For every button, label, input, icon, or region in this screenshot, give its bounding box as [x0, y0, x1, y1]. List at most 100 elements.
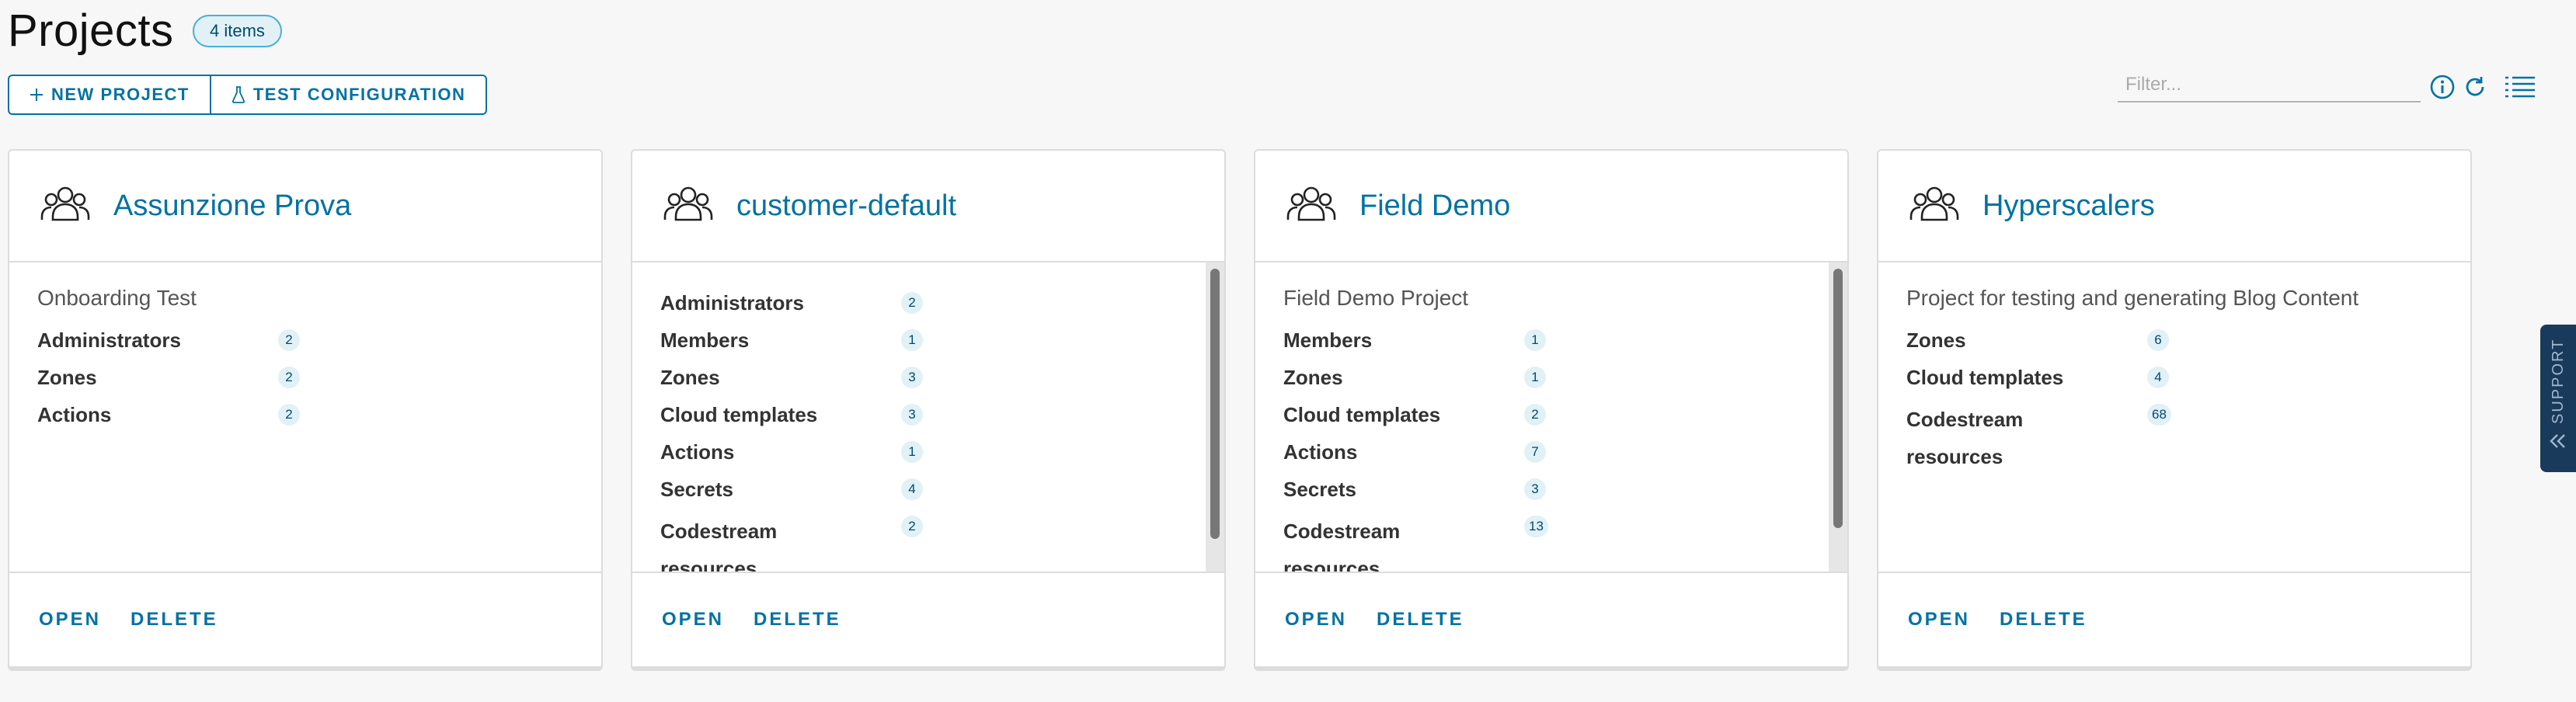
- stat-count-badge: 2: [901, 292, 923, 314]
- card-title[interactable]: Hyperscalers: [1982, 189, 2155, 223]
- stat-count-badge: 7: [1524, 441, 1546, 463]
- items-count-badge: 4 items: [193, 15, 282, 47]
- list-view-icon[interactable]: [2501, 71, 2539, 103]
- open-button[interactable]: OPEN: [39, 609, 101, 631]
- stat-count-badge: 2: [1524, 404, 1546, 426]
- stat-label: Codestream resources: [1283, 520, 1401, 572]
- card-title[interactable]: customer-default: [736, 189, 956, 223]
- card-description: Onboarding Test: [37, 286, 197, 310]
- stat-count-badge: 3: [901, 367, 923, 388]
- support-tab[interactable]: SUPPORT: [2540, 325, 2576, 472]
- scrollbar-thumb[interactable]: [1833, 269, 1843, 528]
- card-description: Field Demo Project: [1283, 286, 1469, 310]
- stat-row: Cloud templates 4: [1906, 363, 2442, 391]
- stat-label: Cloud templates: [660, 403, 818, 426]
- stat-label: Cloud templates: [1906, 366, 2064, 389]
- card-body: Field Demo Project Members 1 Zones 1 Clo…: [1255, 262, 1847, 572]
- stat-count-badge: 3: [1524, 478, 1546, 500]
- delete-button[interactable]: DELETE: [2000, 609, 2087, 631]
- delete-button[interactable]: DELETE: [131, 609, 218, 631]
- stat-row: Members 1: [1283, 326, 1819, 354]
- stat-count-badge: 4: [901, 478, 923, 500]
- test-configuration-button[interactable]: TEST CONFIGURATION: [209, 76, 486, 113]
- card-header: customer-default: [632, 151, 1224, 262]
- stat-label: Zones: [1906, 328, 1966, 352]
- stat-row: Cloud templates 3: [660, 401, 1196, 429]
- stat-row: Codestream resources 68: [1906, 401, 2442, 475]
- stat-count-badge: 2: [901, 516, 923, 537]
- card-footer: OPEN DELETE: [1255, 572, 1847, 666]
- card-body: Administrators 2 Members 1 Zones 3 Cloud…: [632, 262, 1224, 572]
- project-card: Field Demo Field Demo Project Members 1 …: [1254, 149, 1849, 671]
- stat-count-badge: 2: [278, 404, 300, 426]
- info-icon[interactable]: [2427, 71, 2458, 103]
- test-configuration-label: TEST CONFIGURATION: [252, 85, 466, 104]
- stat-row: Zones 2: [37, 363, 573, 391]
- stat-row: Secrets 3: [1283, 475, 1819, 503]
- stat-count-badge: 1: [1524, 367, 1546, 388]
- stat-count-badge: 2: [278, 329, 300, 351]
- stat-row: Zones 1: [1283, 363, 1819, 391]
- new-project-button[interactable]: NEW PROJECT: [9, 76, 210, 113]
- stat-count-badge: 68: [2147, 404, 2171, 426]
- card-footer: OPEN DELETE: [632, 572, 1224, 666]
- stat-count-badge: 1: [901, 441, 923, 463]
- group-icon: [663, 186, 713, 221]
- stat-row: Codestream resources 13: [1283, 513, 1819, 572]
- stat-count-badge: 1: [1524, 329, 1546, 351]
- delete-button[interactable]: DELETE: [1377, 609, 1464, 631]
- stat-label: Zones: [37, 366, 97, 389]
- filter-input[interactable]: [2118, 68, 2421, 103]
- group-icon: [1909, 186, 1959, 221]
- card-footer: OPEN DELETE: [9, 572, 601, 666]
- stat-label: Members: [660, 328, 750, 352]
- stat-count-badge: 4: [2147, 367, 2169, 388]
- stat-count-badge: 13: [1524, 516, 1548, 537]
- card-footer: OPEN DELETE: [1878, 572, 2470, 666]
- stat-row: Actions 1: [660, 438, 1196, 466]
- double-chevron-left-icon: [2549, 433, 2567, 454]
- stat-label: Zones: [660, 366, 720, 389]
- card-title[interactable]: Assunzione Prova: [113, 189, 351, 223]
- stat-label: Codestream resources: [660, 520, 778, 572]
- stat-row: Secrets 4: [660, 475, 1196, 503]
- card-title[interactable]: Field Demo: [1359, 189, 1510, 223]
- plus-icon: [30, 88, 44, 102]
- stat-count-badge: 2: [278, 367, 300, 388]
- refresh-icon[interactable]: [2459, 71, 2491, 103]
- card-header: Field Demo: [1255, 151, 1847, 262]
- card-description: Project for testing and generating Blog …: [1906, 286, 2359, 310]
- toolbar-button-group: NEW PROJECT TEST CONFIGURATION: [8, 75, 488, 115]
- group-icon: [40, 186, 90, 221]
- card-body: Project for testing and generating Blog …: [1878, 262, 2470, 572]
- stat-label: Zones: [1283, 366, 1343, 389]
- stat-row: Administrators 2: [660, 289, 1196, 317]
- stat-row: Zones 6: [1906, 326, 2442, 354]
- open-button[interactable]: OPEN: [662, 609, 724, 631]
- stat-label: Secrets: [660, 478, 733, 501]
- delete-button[interactable]: DELETE: [754, 609, 841, 631]
- stat-count-badge: 6: [2147, 329, 2169, 351]
- support-label: SUPPORT: [2550, 338, 2567, 424]
- stat-label: Actions: [1283, 440, 1358, 464]
- stat-label: Administrators: [37, 328, 181, 352]
- stat-row: Actions 2: [37, 401, 573, 429]
- group-icon: [1286, 186, 1336, 221]
- stat-label: Actions: [37, 403, 112, 426]
- stat-label: Actions: [660, 440, 735, 464]
- new-project-label: NEW PROJECT: [51, 85, 190, 104]
- card-body: Onboarding Test Administrators 2 Zones 2…: [9, 262, 601, 572]
- card-header: Hyperscalers: [1878, 151, 2470, 262]
- card-header: Assunzione Prova: [9, 151, 601, 262]
- stat-label: Administrators: [660, 291, 804, 315]
- project-card: customer-default Administrators 2 Member…: [631, 149, 1226, 671]
- card-scrollbar[interactable]: [1829, 262, 1847, 572]
- open-button[interactable]: OPEN: [1908, 609, 1970, 631]
- stat-label: Secrets: [1283, 478, 1356, 501]
- open-button[interactable]: OPEN: [1285, 609, 1347, 631]
- card-scrollbar[interactable]: [1206, 262, 1224, 572]
- stat-label: Codestream resources: [1906, 408, 2024, 468]
- scrollbar-thumb[interactable]: [1210, 269, 1220, 539]
- stat-row: Codestream resources 2: [660, 513, 1196, 572]
- stat-label: Members: [1283, 328, 1373, 352]
